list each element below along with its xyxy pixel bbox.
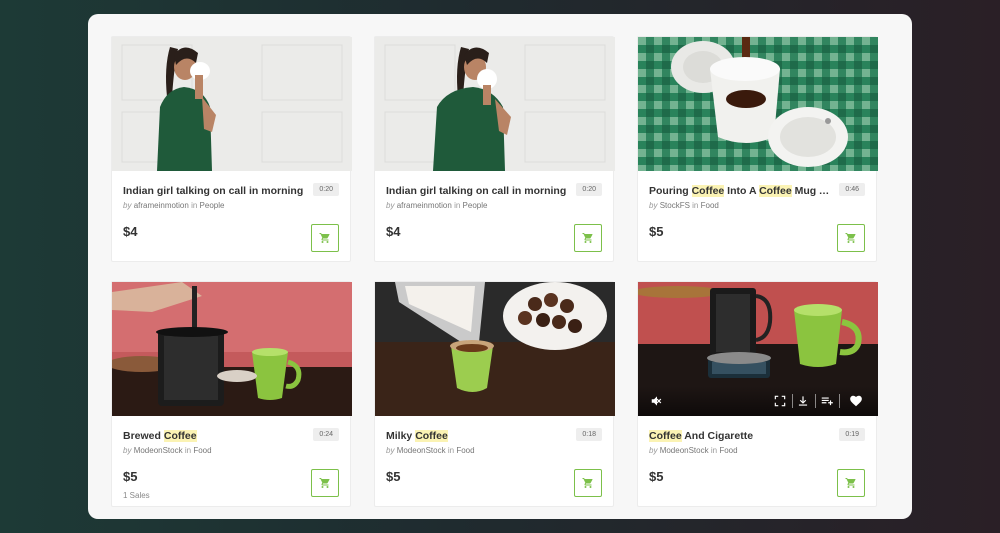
title-highlight: Coffee xyxy=(759,185,792,197)
in-label: in xyxy=(454,201,461,210)
video-card[interactable]: Coffee And Cigarette 0:19 by ModeonStock… xyxy=(637,281,878,507)
video-thumbnail[interactable] xyxy=(375,282,615,416)
add-to-cart-button[interactable] xyxy=(574,469,602,497)
add-to-cart-button[interactable] xyxy=(574,224,602,252)
heart-icon[interactable] xyxy=(849,394,863,408)
in-label: in xyxy=(692,201,699,210)
add-to-cart-button[interactable] xyxy=(837,224,865,252)
title-highlight: Coffee xyxy=(415,430,448,442)
video-card[interactable]: Brewed Coffee 0:24 by ModeonStock in Foo… xyxy=(111,281,352,507)
add-to-cart-button[interactable] xyxy=(311,224,339,252)
byline: by aframeinmotion in People xyxy=(123,201,339,211)
divider xyxy=(792,394,793,408)
duration-badge: 0:20 xyxy=(313,183,339,196)
card-title[interactable]: Coffee And Cigarette xyxy=(649,430,834,443)
title-text: Mug A... xyxy=(791,185,834,197)
price: $5 xyxy=(386,469,401,484)
add-to-cart-button[interactable] xyxy=(837,469,865,497)
shopping-cart-icon xyxy=(319,233,330,243)
video-thumbnail[interactable] xyxy=(112,37,352,171)
card-title[interactable]: Brewed Coffee xyxy=(123,430,308,443)
card-title[interactable]: Indian girl talking on call in morning xyxy=(123,185,308,198)
player-controls xyxy=(638,386,878,416)
duration-badge: 0:18 xyxy=(576,428,602,441)
video-card[interactable]: Pouring Coffee Into A Coffee Mug A... 0:… xyxy=(637,36,878,262)
in-label: in xyxy=(710,446,718,455)
byline: by ModeonStock in Food xyxy=(386,446,602,456)
shopping-cart-icon xyxy=(845,233,856,243)
author-link[interactable]: ModeonStock xyxy=(397,446,446,455)
by-label: by xyxy=(649,446,658,455)
author-link[interactable]: ModeonStock xyxy=(134,446,183,455)
video-thumbnail[interactable] xyxy=(638,37,878,171)
title-highlight: Coffee xyxy=(163,430,197,442)
shopping-cart-icon xyxy=(319,478,330,488)
author-link[interactable]: StockFS xyxy=(660,201,690,210)
by-label: by xyxy=(123,201,132,210)
shopping-cart-icon xyxy=(582,233,593,243)
category-link[interactable]: Food xyxy=(701,201,719,210)
video-thumbnail[interactable] xyxy=(375,37,615,171)
add-to-cart-button[interactable] xyxy=(311,469,339,497)
video-thumbnail[interactable] xyxy=(638,282,878,416)
shopping-cart-icon xyxy=(845,478,856,488)
card-title[interactable]: Pouring Coffee Into A Coffee Mug A... xyxy=(649,185,834,198)
price: $4 xyxy=(386,224,401,239)
byline: by ModeonStock in Food xyxy=(649,446,865,456)
duration-badge: 0:46 xyxy=(839,183,865,196)
duration-badge: 0:20 xyxy=(576,183,602,196)
download-icon[interactable] xyxy=(796,394,810,408)
title-text: Pouring xyxy=(649,185,692,197)
by-label: by xyxy=(386,446,395,455)
card-title[interactable]: Indian girl talking on call in morning xyxy=(386,185,571,198)
video-card[interactable]: Indian girl talking on call in morning 0… xyxy=(111,36,352,262)
fullscreen-icon[interactable] xyxy=(773,394,787,408)
category-link[interactable]: Food xyxy=(456,446,474,455)
title-highlight: Coffee xyxy=(691,185,725,197)
category-link[interactable]: Food xyxy=(719,446,737,455)
title-text: Brewed xyxy=(123,430,164,442)
price: $5 xyxy=(649,469,664,484)
video-card[interactable]: Indian girl talking on call in morning 0… xyxy=(374,36,615,262)
title-text: Milky xyxy=(386,430,416,442)
title-highlight: Coffee xyxy=(649,430,682,442)
by-label: by xyxy=(386,201,395,210)
mute-icon[interactable] xyxy=(650,394,664,408)
in-label: in xyxy=(184,446,192,455)
results-panel: Indian girl talking on call in morning 0… xyxy=(88,14,912,519)
author-link[interactable]: aframeinmotion xyxy=(134,201,189,210)
divider xyxy=(839,394,840,408)
in-label: in xyxy=(191,201,198,210)
in-label: in xyxy=(447,446,455,455)
duration-badge: 0:24 xyxy=(313,428,339,441)
divider xyxy=(815,394,816,408)
video-thumbnail[interactable] xyxy=(112,282,352,416)
author-link[interactable]: aframeinmotion xyxy=(397,201,452,210)
category-link[interactable]: People xyxy=(200,201,225,210)
category-link[interactable]: People xyxy=(463,201,488,210)
byline: by aframeinmotion in People xyxy=(386,201,602,211)
title-text: Into A xyxy=(724,185,760,197)
add-to-playlist-icon[interactable] xyxy=(820,394,834,408)
price: $5 xyxy=(649,224,664,239)
price: $5 xyxy=(123,469,138,484)
author-link[interactable]: ModeonStock xyxy=(660,446,709,455)
shopping-cart-icon xyxy=(582,478,593,488)
by-label: by xyxy=(649,201,658,210)
category-link[interactable]: Food xyxy=(193,446,211,455)
duration-badge: 0:19 xyxy=(839,428,865,441)
by-label: by xyxy=(123,446,132,455)
sales-count: 1 Sales xyxy=(123,491,150,500)
card-title[interactable]: Milky Coffee xyxy=(386,430,571,443)
byline: by ModeonStock in Food xyxy=(123,446,339,456)
title-text: And Cigarette xyxy=(681,430,754,442)
price: $4 xyxy=(123,224,138,239)
byline: by StockFS in Food xyxy=(649,201,865,211)
video-card[interactable]: Milky Coffee 0:18 by ModeonStock in Food… xyxy=(374,281,615,507)
